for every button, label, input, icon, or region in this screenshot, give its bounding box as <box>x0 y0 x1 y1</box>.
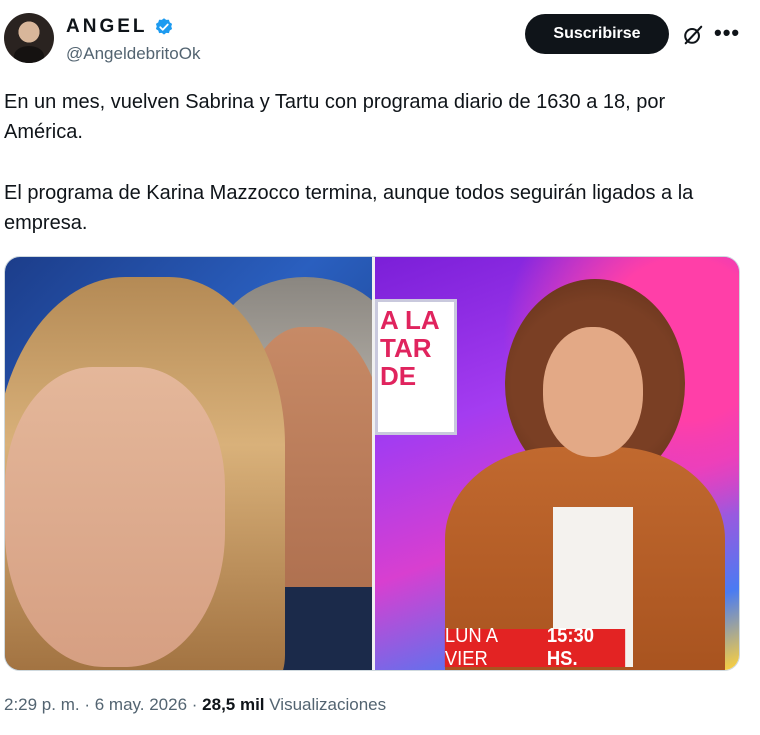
views-count: 28,5 mil <box>202 695 265 714</box>
author-handle[interactable]: @AngeldebritoOk <box>66 44 200 64</box>
views-label: Visualizaciones <box>269 695 387 714</box>
tweet-date[interactable]: 6 may. 2026 <box>95 695 187 714</box>
woman-face-shape <box>5 367 225 667</box>
author-name[interactable]: ANGEL <box>66 16 148 38</box>
meta-separator: · <box>84 695 95 714</box>
tweet-media[interactable]: A LA TAR DE LUN A VIER 15:30 HS. <box>4 256 740 671</box>
tweet-paragraph-2: El programa de Karina Mazzocco termina, … <box>4 182 694 234</box>
verified-badge-icon <box>155 18 172 35</box>
program-sign: A LA TAR DE <box>375 299 457 435</box>
media-image-right[interactable]: A LA TAR DE LUN A VIER 15:30 HS. <box>375 257 739 670</box>
schedule-banner: LUN A VIER 15:30 HS. <box>444 625 626 670</box>
tweet-paragraph-1: En un mes, vuelven Sabrina y Tartu con p… <box>4 91 666 143</box>
media-image-left[interactable] <box>5 257 372 670</box>
tweet-meta: 2:29 p. m. · 6 may. 2026 · 28,5 mil Visu… <box>4 695 386 715</box>
author-avatar[interactable] <box>4 13 54 63</box>
grok-icon[interactable] <box>682 24 704 46</box>
banner-days: LUN A VIER <box>444 625 498 670</box>
more-icon[interactable]: ••• <box>714 22 740 44</box>
karina-face-shape <box>543 327 643 457</box>
author-name-row[interactable]: ANGEL <box>66 16 174 38</box>
banner-time: 15:30 HS. <box>546 625 594 670</box>
meta-separator: · <box>191 695 203 714</box>
tweet-time[interactable]: 2:29 p. m. <box>4 695 80 714</box>
subscribe-button[interactable]: Suscribirse <box>525 14 669 54</box>
